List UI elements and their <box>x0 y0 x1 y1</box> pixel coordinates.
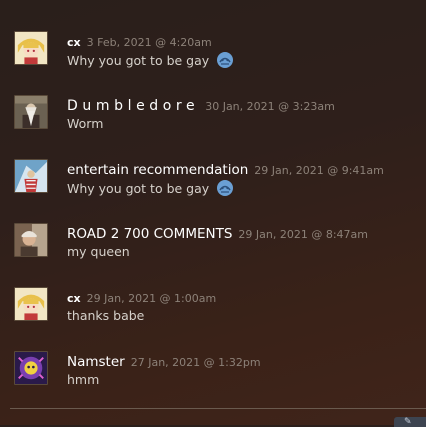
comment-timestamp: 29 Jan, 2021 @ 9:41am <box>254 164 384 177</box>
comment-timestamp: 29 Jan, 2021 @ 8:47am <box>238 228 369 241</box>
blue-steam-emoticon-icon <box>216 179 234 197</box>
comment-item: cx 29 Jan, 2021 @ 1:00am thanks babe <box>0 287 426 351</box>
edit-button[interactable]: ✎ <box>394 417 426 427</box>
comment-author[interactable]: entertain recommendation <box>67 162 248 178</box>
comment-text-content: thanks babe <box>67 308 145 323</box>
comment-author[interactable]: cx <box>67 292 81 305</box>
comment-author[interactable]: Namster <box>67 354 125 370</box>
blue-steam-emoticon-icon <box>216 51 234 69</box>
comment-timestamp: 30 Jan, 2021 @ 3:23am <box>205 100 335 113</box>
comment-timestamp: 29 Jan, 2021 @ 1:00am <box>86 292 217 305</box>
comment-avatar[interactable] <box>14 159 48 193</box>
comment-item: cx 3 Feb, 2021 @ 4:20am Why you got to be… <box>0 31 426 95</box>
comment-item: ROAD 2 700 COMMENTS 29 Jan, 2021 @ 8:47am… <box>0 223 426 287</box>
comment-author[interactable]: ROAD 2 700 COMMENTS <box>67 226 232 242</box>
comment-timestamp: 27 Jan, 2021 @ 1:32pm <box>130 356 261 369</box>
comment-text: thanks babe <box>67 307 144 325</box>
comment-text-content: my queen <box>67 244 130 259</box>
comment-avatar[interactable] <box>14 31 48 65</box>
comment-avatar[interactable] <box>14 287 48 321</box>
comment-header: cx 3 Feb, 2021 @ 4:20am <box>67 31 212 51</box>
comment-text: Worm <box>67 115 103 133</box>
comment-text: Why you got to be gay <box>67 179 234 198</box>
comment-header: entertain recommendation 29 Jan, 2021 @ 9… <box>67 159 384 179</box>
comment-avatar[interactable] <box>14 223 48 257</box>
comment-text: hmm <box>67 371 99 389</box>
comment-text-content: Why you got to be gay <box>67 53 210 68</box>
comment-text: my queen <box>67 243 130 261</box>
comment-avatar[interactable] <box>14 95 48 129</box>
comment-text: Why you got to be gay <box>67 51 234 70</box>
comment-timestamp: 3 Feb, 2021 @ 4:20am <box>86 36 212 49</box>
comment-item: entertain recommendation 29 Jan, 2021 @ 9… <box>0 159 426 223</box>
comment-header: cx 29 Jan, 2021 @ 1:00am <box>67 287 216 307</box>
comment-text-content: hmm <box>67 372 100 387</box>
comment-header: Namster 27 Jan, 2021 @ 1:32pm <box>67 351 261 371</box>
comment-item: Namster 27 Jan, 2021 @ 1:32pm hmm <box>0 351 426 415</box>
comment-author[interactable]: cx <box>67 36 81 49</box>
comment-item: Dumbledore 30 Jan, 2021 @ 3:23am Worm <box>0 95 426 159</box>
comment-author[interactable]: Dumbledore <box>67 98 199 114</box>
pencil-icon: ✎ <box>404 417 412 427</box>
comments-divider <box>10 408 426 409</box>
comment-text-content: Why you got to be gay <box>67 181 210 196</box>
comment-header: ROAD 2 700 COMMENTS 29 Jan, 2021 @ 8:47am <box>67 223 368 243</box>
comment-text-content: Worm <box>67 116 104 131</box>
comment-header: Dumbledore 30 Jan, 2021 @ 3:23am <box>67 95 335 115</box>
comment-avatar[interactable] <box>14 351 48 385</box>
